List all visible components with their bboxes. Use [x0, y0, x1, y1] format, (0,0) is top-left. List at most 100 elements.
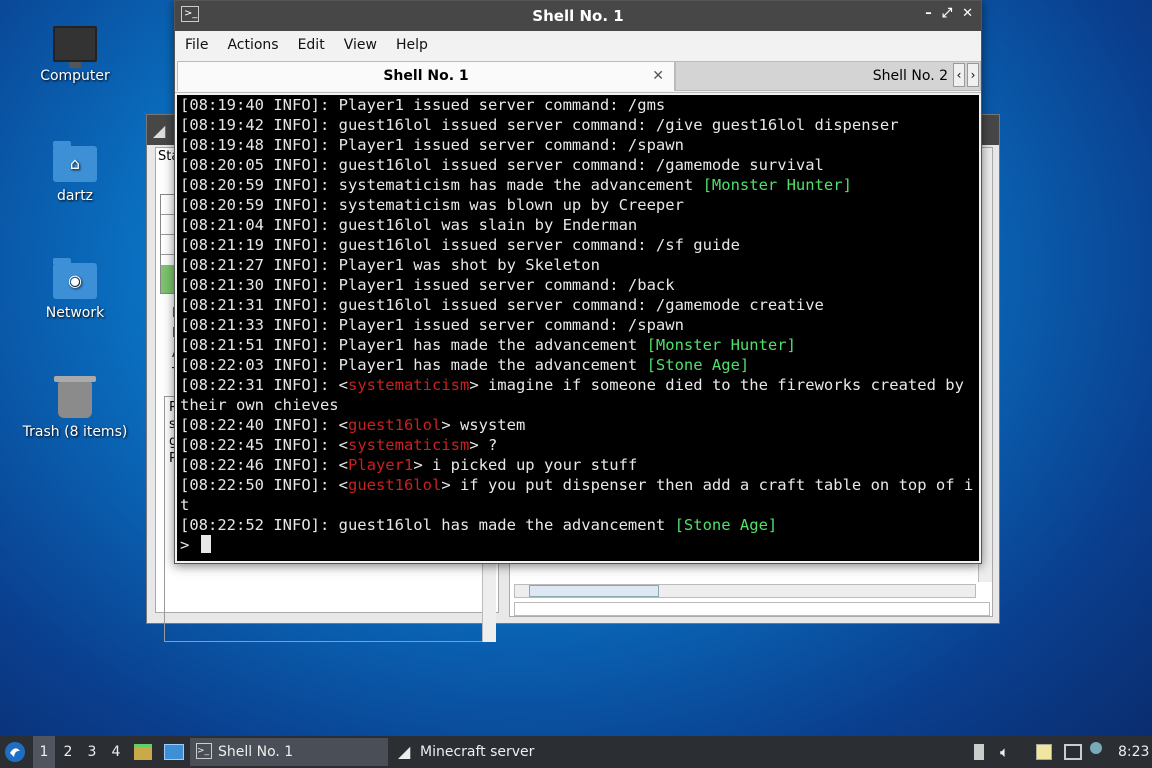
log-text: [08:19:40 INFO]: Player1 issued server c… [180, 96, 666, 114]
log-text: [08:21:04 INFO]: guest16lol was slain by… [180, 216, 638, 234]
advancement-text: [Monster Hunter] [646, 336, 796, 354]
task-shell-no-1[interactable]: >_ Shell No. 1 [190, 738, 388, 766]
clock[interactable]: 8:23 [1118, 736, 1149, 768]
tab-close-icon[interactable]: ✕ [652, 62, 664, 90]
java-icon: ◢ [398, 742, 411, 761]
log-text: [08:22:31 INFO]: < [180, 376, 348, 394]
scrollbar-thumb[interactable] [529, 585, 659, 597]
task-label: Minecraft server [420, 744, 535, 760]
menu-file[interactable]: File [185, 37, 208, 53]
network-icon[interactable] [1064, 744, 1082, 760]
chevron-right-icon[interactable]: › [967, 63, 979, 87]
trash-icon [54, 376, 96, 418]
tab-bar: Shell No. 1 ✕ Shell No. 2 ‹ › [175, 59, 981, 93]
log-text: [08:22:45 INFO]: < [180, 436, 348, 454]
log-text: [08:22:03 INFO]: Player1 has made the ad… [180, 356, 647, 374]
minimize-icon[interactable]: – [925, 6, 932, 21]
desktop-icon-network[interactable]: ◉ Network [15, 257, 135, 321]
app-menu-icon [5, 742, 25, 762]
text-cursor [201, 535, 212, 553]
network-folder-icon: ◉ [53, 258, 97, 299]
log-text: [08:21:19 INFO]: guest16lol issued serve… [180, 236, 740, 254]
log-line: [08:21:04 INFO]: guest16lol was slain by… [180, 215, 976, 235]
log-line: [08:22:45 INFO]: <systematicism> ? [180, 435, 976, 455]
log-text: [08:22:52 INFO]: guest16lol has made the… [180, 516, 675, 534]
command-prompt[interactable]: > [180, 535, 976, 555]
player-name: guest16lol [347, 416, 442, 434]
advancement-text: [Stone Age] [674, 516, 778, 534]
log-line: [08:21:27 INFO]: Player1 was shot by Ske… [180, 255, 976, 275]
log-text: [08:20:59 INFO]: systematicism has made … [180, 176, 703, 194]
log-text: [08:22:40 INFO]: < [180, 416, 348, 434]
file-manager-icon [134, 744, 152, 760]
log-text: [08:21:27 INFO]: Player1 was shot by Ske… [180, 256, 600, 274]
tab-label: Shell No. 1 [383, 68, 469, 84]
terminal-titlebar[interactable]: >_ Shell No. 1 – ⤢ ✕ [175, 1, 981, 31]
menu-view[interactable]: View [344, 37, 377, 53]
log-horizontal-scrollbar[interactable] [514, 584, 976, 598]
desktop-icon-trash[interactable]: Trash (8 items) [15, 374, 135, 440]
log-line: [08:22:46 INFO]: <Player1> i picked up y… [180, 455, 976, 475]
desktop-icon-label: Computer [40, 68, 110, 84]
tab-shell-1[interactable]: Shell No. 1 ✕ [177, 61, 675, 91]
log-text: > wsystem [441, 416, 526, 434]
log-text: [08:22:50 INFO]: < [180, 476, 348, 494]
chevron-left-icon[interactable]: ‹ [953, 63, 965, 87]
log-text: [08:22:46 INFO]: < [180, 456, 348, 474]
log-text: [08:20:59 INFO]: systematicism was blown… [180, 196, 684, 214]
tab-label: Shell No. 2 [872, 68, 948, 84]
workspace-3[interactable]: 3 [81, 736, 103, 768]
terminal-output[interactable]: [08:19:40 INFO]: Player1 issued server c… [177, 95, 979, 561]
tab-shell-2[interactable]: Shell No. 2 [675, 61, 981, 91]
desktop-icon-computer[interactable]: Computer [15, 22, 135, 84]
close-icon[interactable]: ✕ [962, 6, 973, 21]
log-line: [08:22:40 INFO]: <guest16lol> wsystem [180, 415, 976, 435]
desktop-icon [164, 744, 184, 760]
log-text: > i picked up your stuff [413, 456, 638, 474]
workspace-2[interactable]: 2 [57, 736, 79, 768]
task-label: Shell No. 1 [218, 744, 294, 760]
terminal-window[interactable]: >_ Shell No. 1 – ⤢ ✕ File Actions Edit V… [174, 0, 982, 564]
file-manager-launcher[interactable] [134, 736, 154, 768]
workspace-1[interactable]: 1 [33, 736, 55, 768]
prompt-symbol: > [180, 536, 190, 554]
log-line: [08:21:30 INFO]: Player1 issued server c… [180, 275, 976, 295]
command-input[interactable] [514, 602, 990, 616]
menu-actions[interactable]: Actions [227, 37, 278, 53]
maximize-icon[interactable]: ⤢ [942, 6, 952, 21]
start-menu-button[interactable] [4, 736, 28, 768]
player-name: Player1 [347, 456, 414, 474]
tab-scroll-arrows: ‹ › [953, 63, 979, 87]
clipboard-icon[interactable] [1036, 744, 1052, 760]
desktop-icon-dartz[interactable]: ⌂ dartz [15, 140, 135, 204]
taskbar: 1 2 3 4 >_ Shell No. 1 ◢ Minecraft serve… [0, 736, 1152, 768]
log-line: [08:22:52 INFO]: guest16lol has made the… [180, 515, 976, 535]
log-text: [08:21:33 INFO]: Player1 issued server c… [180, 316, 684, 334]
log-line: [08:21:33 INFO]: Player1 issued server c… [180, 315, 976, 335]
notification-icon[interactable] [1090, 742, 1102, 754]
volume-icon[interactable]: 🔈︎ [1000, 744, 1016, 760]
show-desktop-button[interactable] [164, 736, 184, 768]
player-name: guest16lol [347, 476, 442, 494]
desktop-icon-label: Trash (8 items) [22, 424, 128, 440]
workspace-4[interactable]: 4 [105, 736, 127, 768]
player-name: systematicism [347, 436, 470, 454]
log-line: [08:22:03 INFO]: Player1 has made the ad… [180, 355, 976, 375]
advancement-text: [Stone Age] [646, 356, 750, 374]
log-text: [08:19:42 INFO]: guest16lol issued serve… [180, 116, 899, 134]
menu-help[interactable]: Help [396, 37, 428, 53]
log-line: [08:20:59 INFO]: systematicism has made … [180, 175, 976, 195]
log-line: [08:21:19 INFO]: guest16lol issued serve… [180, 235, 976, 255]
log-text: [08:21:30 INFO]: Player1 issued server c… [180, 276, 675, 294]
advancement-text: [Monster Hunter] [702, 176, 852, 194]
log-text: [08:20:05 INFO]: guest16lol issued serve… [180, 156, 824, 174]
log-line: [08:21:31 INFO]: guest16lol issued serve… [180, 295, 976, 315]
log-text: [08:21:31 INFO]: guest16lol issued serve… [180, 296, 824, 314]
task-minecraft-server[interactable]: ◢ Minecraft server [392, 738, 590, 766]
menu-edit[interactable]: Edit [298, 37, 325, 53]
keyboard-icon[interactable] [974, 744, 984, 760]
log-text: [08:19:48 INFO]: Player1 issued server c… [180, 136, 684, 154]
log-line: [08:19:42 INFO]: guest16lol issued serve… [180, 115, 976, 135]
desktop-icon-label: dartz [56, 188, 94, 204]
log-line: [08:19:48 INFO]: Player1 issued server c… [180, 135, 976, 155]
